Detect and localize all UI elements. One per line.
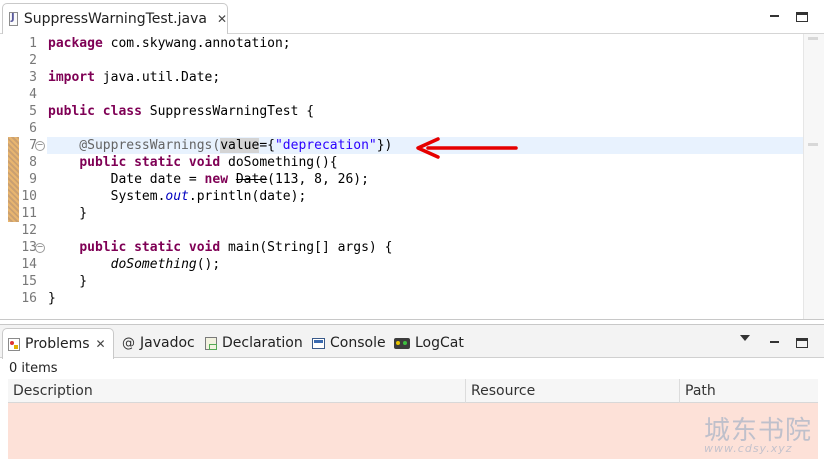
editor-panel: SuppressWarningTest.java ✕ 1 2 3 4 5 6 7…: [0, 0, 824, 320]
editor-tab-bar: SuppressWarningTest.java ✕: [0, 0, 824, 34]
javadoc-icon: @: [122, 335, 135, 351]
code-line-8: public static void doSomething(){: [79, 155, 338, 170]
maximize-icon[interactable]: [796, 338, 808, 348]
line-number: 16: [21, 291, 37, 306]
overview-ruler-mark: [808, 143, 818, 146]
code-line-10: System.out.println(date);: [48, 189, 307, 204]
code-line-11: }: [48, 206, 88, 221]
code-line-7: @SuppressWarnings(value={"deprecation"}): [48, 138, 393, 153]
warning-marker: [8, 154, 19, 171]
code-line-15: }: [48, 274, 88, 289]
red-arrow-annotation: [416, 137, 518, 159]
bottom-views-panel: Problems ✕ @ Javadoc Declaration Console…: [0, 324, 824, 459]
table-header: Description Resource Path: [8, 379, 818, 403]
declaration-icon: [205, 336, 217, 350]
console-icon: [312, 337, 325, 349]
line-number: 12: [21, 223, 37, 238]
editor-tab-suppresswarningtest[interactable]: SuppressWarningTest.java ✕: [2, 3, 228, 34]
line-number: 14: [21, 257, 37, 272]
line-number: 9: [29, 172, 37, 187]
line-number: 5: [29, 104, 37, 119]
tab-logcat-label: LogCat: [415, 335, 464, 351]
line-number: 6: [29, 121, 37, 136]
tab-declaration-label: Declaration: [222, 335, 303, 351]
tab-logcat[interactable]: LogCat: [394, 329, 464, 357]
editor-tab-title: SuppressWarningTest.java: [23, 11, 207, 27]
views-tab-bar: Problems ✕ @ Javadoc Declaration Console…: [0, 324, 824, 359]
line-number: 2: [29, 53, 37, 68]
code-line-1: package com.skywang.annotation;: [48, 36, 291, 51]
tab-declaration[interactable]: Declaration: [205, 329, 303, 357]
maximize-icon[interactable]: [796, 12, 808, 22]
logcat-icon: [394, 337, 410, 349]
line-number: 11: [21, 206, 37, 221]
tab-problems-label: Problems: [25, 336, 90, 352]
warning-marker: [8, 205, 19, 222]
code-editor[interactable]: 1 2 3 4 5 6 7 8 9 10 11 12 13 14 15 16 p…: [0, 34, 824, 319]
warning-marker: [8, 188, 19, 205]
tab-console[interactable]: Console: [312, 329, 386, 357]
fold-toggle-icon[interactable]: [35, 243, 45, 253]
line-number: 3: [29, 70, 37, 85]
code-line-3: import java.util.Date;: [48, 70, 221, 85]
code-line-14: doSomething();: [110, 257, 221, 272]
view-menu-icon[interactable]: [740, 335, 750, 341]
line-number: 4: [29, 87, 37, 102]
close-icon[interactable]: ✕: [217, 12, 227, 26]
fold-toggle-icon[interactable]: [35, 141, 45, 151]
code-line-13: public static void main(String[] args) {: [79, 240, 393, 255]
java-file-icon: [9, 12, 18, 26]
tab-console-label: Console: [330, 335, 386, 351]
code-line-5: public class SuppressWarningTest {: [48, 104, 315, 119]
warning-marker: [8, 137, 19, 154]
problems-table[interactable]: Description Resource Path: [8, 379, 818, 459]
code-line-9: Date date = new Date(113, 8, 26);: [48, 172, 369, 187]
tab-problems[interactable]: Problems ✕: [2, 328, 114, 359]
line-number: 1: [29, 36, 37, 51]
line-number: 15: [21, 274, 37, 289]
code-line-16: }: [48, 291, 56, 306]
minimize-icon[interactable]: [770, 10, 779, 17]
line-number: 8: [29, 155, 37, 170]
line-number: 10: [21, 189, 37, 204]
line-number-gutter: 1 2 3 4 5 6 7 8 9 10 11 12 13 14 15 16: [19, 34, 47, 319]
warning-marker: [8, 171, 19, 188]
overview-ruler[interactable]: [803, 34, 824, 319]
column-header-description[interactable]: Description: [8, 379, 466, 403]
problems-icon: [8, 337, 20, 351]
vertical-ruler: [0, 34, 8, 319]
overview-ruler-mark: [808, 37, 818, 40]
column-header-resource[interactable]: Resource: [466, 379, 680, 403]
problems-item-count: 0 items: [9, 361, 58, 376]
minimize-icon[interactable]: [770, 336, 779, 343]
close-icon[interactable]: ✕: [96, 337, 106, 351]
watermark-url: www.cdsy.xyz: [704, 442, 793, 455]
tab-javadoc[interactable]: @ Javadoc: [122, 329, 195, 357]
column-header-path[interactable]: Path: [680, 379, 818, 403]
tab-javadoc-label: Javadoc: [140, 335, 195, 351]
